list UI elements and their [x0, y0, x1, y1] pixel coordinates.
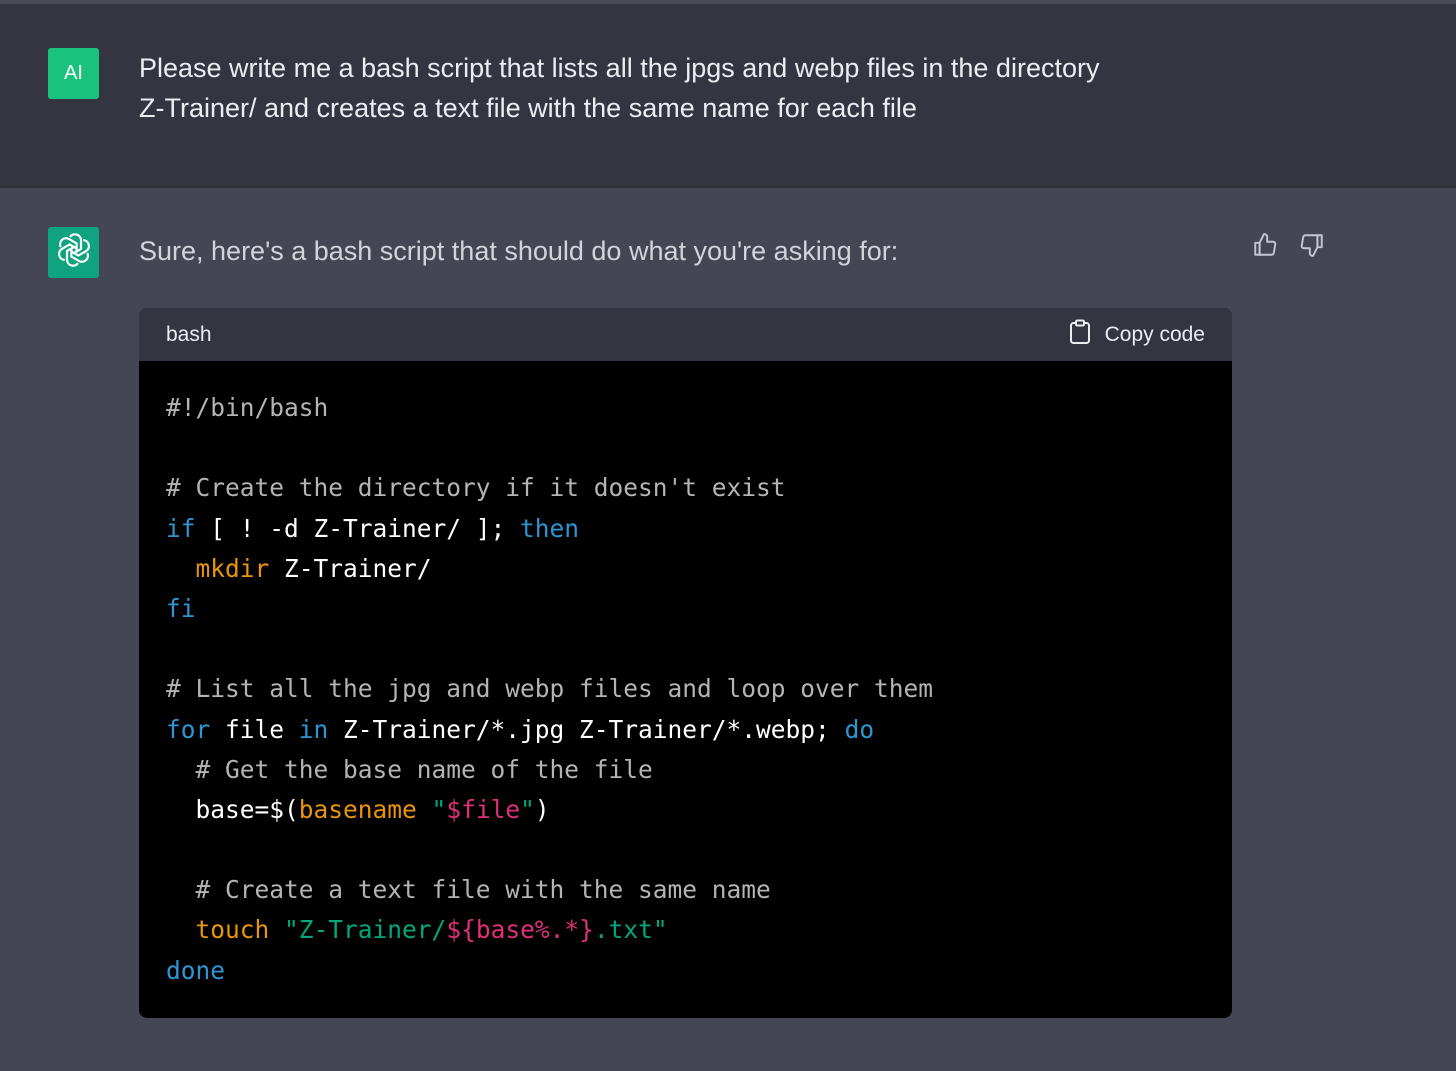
code-token-builtin: basename — [298, 794, 417, 824]
code-token-string: "Z-Trainer/ — [284, 915, 447, 945]
openai-logo-icon — [56, 232, 92, 273]
copy-code-button[interactable]: Copy code — [1069, 319, 1205, 351]
code-line: #!/bin/bash — [166, 388, 933, 428]
code-line: done — [166, 951, 933, 991]
code-token-plain: Z-Trainer/ — [269, 553, 432, 583]
assistant-intro-text: Sure, here's a bash script that should d… — [139, 236, 899, 266]
bot-avatar — [48, 227, 99, 278]
user-avatar-label: AI — [64, 62, 83, 84]
code-token-keyword: if — [166, 513, 196, 543]
code-token-keyword: then — [520, 513, 580, 543]
user-message-line-1: Please write me a bash script that lists… — [139, 53, 1100, 83]
code-line: touch "Z-Trainer/${base%.*}.txt" — [166, 910, 933, 950]
code-token-comment: # List all the jpg and webp files and lo… — [166, 674, 934, 704]
thumbs-down-button[interactable] — [1297, 232, 1327, 262]
code-token-comment: # Get the base name of the file — [195, 754, 653, 784]
copy-code-label: Copy code — [1104, 323, 1205, 346]
code-line: # Create the directory if it doesn't exi… — [166, 468, 933, 508]
code-token-plain: file — [210, 714, 299, 744]
clipboard-icon — [1069, 319, 1091, 351]
code-token-string: .txt" — [593, 915, 668, 945]
user-avatar: AI — [48, 48, 99, 99]
user-message: AI Please write me a bash script that li… — [0, 4, 1456, 186]
assistant-message: Sure, here's a bash script that should d… — [0, 188, 1456, 1071]
thumbs-down-icon — [1299, 232, 1325, 263]
code-line: mkdir Z-Trainer/ — [166, 549, 933, 589]
code-line: # Create a text file with the same name — [166, 870, 933, 910]
code-token-string: " — [520, 794, 535, 824]
code-token-builtin: mkdir — [195, 553, 270, 583]
code-line: # Get the base name of the file — [166, 750, 933, 790]
code-token-plain: Z-Trainer/*.jpg Z-Trainer/*.webp; — [328, 714, 845, 744]
code-token-comment: # Create a text file with the same name — [195, 875, 771, 905]
code-content: #!/bin/bash # Create the directory if it … — [166, 388, 933, 991]
user-message-line-2: Z-Trainer/ and creates a text file with … — [139, 93, 917, 123]
code-token-var: ${base%.*} — [446, 915, 594, 945]
code-token-keyword: done — [166, 955, 226, 985]
code-token-comment: # Create the directory if it doesn't exi… — [166, 473, 786, 503]
code-token-builtin: touch — [195, 915, 270, 945]
code-line: base=$(basename "$file") — [166, 790, 933, 830]
code-line: fi — [166, 589, 933, 629]
user-message-text: Please write me a bash script that lists… — [139, 48, 1199, 128]
code-line: # List all the jpg and webp files and lo… — [166, 669, 933, 709]
code-token-plain: ) — [534, 794, 550, 824]
code-block-header: bash Copy code — [139, 308, 1232, 361]
code-token-string: " — [431, 794, 447, 824]
code-token-plain: base=$( — [166, 794, 299, 824]
code-block: bash Copy code #!/bin/bash # Create the d… — [139, 308, 1232, 1018]
code-token-comment: #!/bin/bash — [166, 393, 329, 422]
code-language-label: bash — [166, 323, 212, 346]
code-line: for file in Z-Trainer/*.jpg Z-Trainer/*.… — [166, 710, 933, 750]
code-token-var: $file — [446, 794, 521, 824]
code-token-plain: [ ! -d Z-Trainer/ ]; — [195, 513, 521, 543]
code-token-keyword: for — [166, 714, 211, 744]
code-token-keyword: in — [298, 714, 329, 744]
thumbs-up-button[interactable] — [1250, 232, 1280, 262]
code-token-keyword: fi — [166, 593, 196, 623]
code-line: if [ ! -d Z-Trainer/ ]; then — [166, 509, 933, 549]
thumbs-up-icon — [1252, 232, 1278, 263]
code-token-keyword: do — [844, 714, 875, 744]
